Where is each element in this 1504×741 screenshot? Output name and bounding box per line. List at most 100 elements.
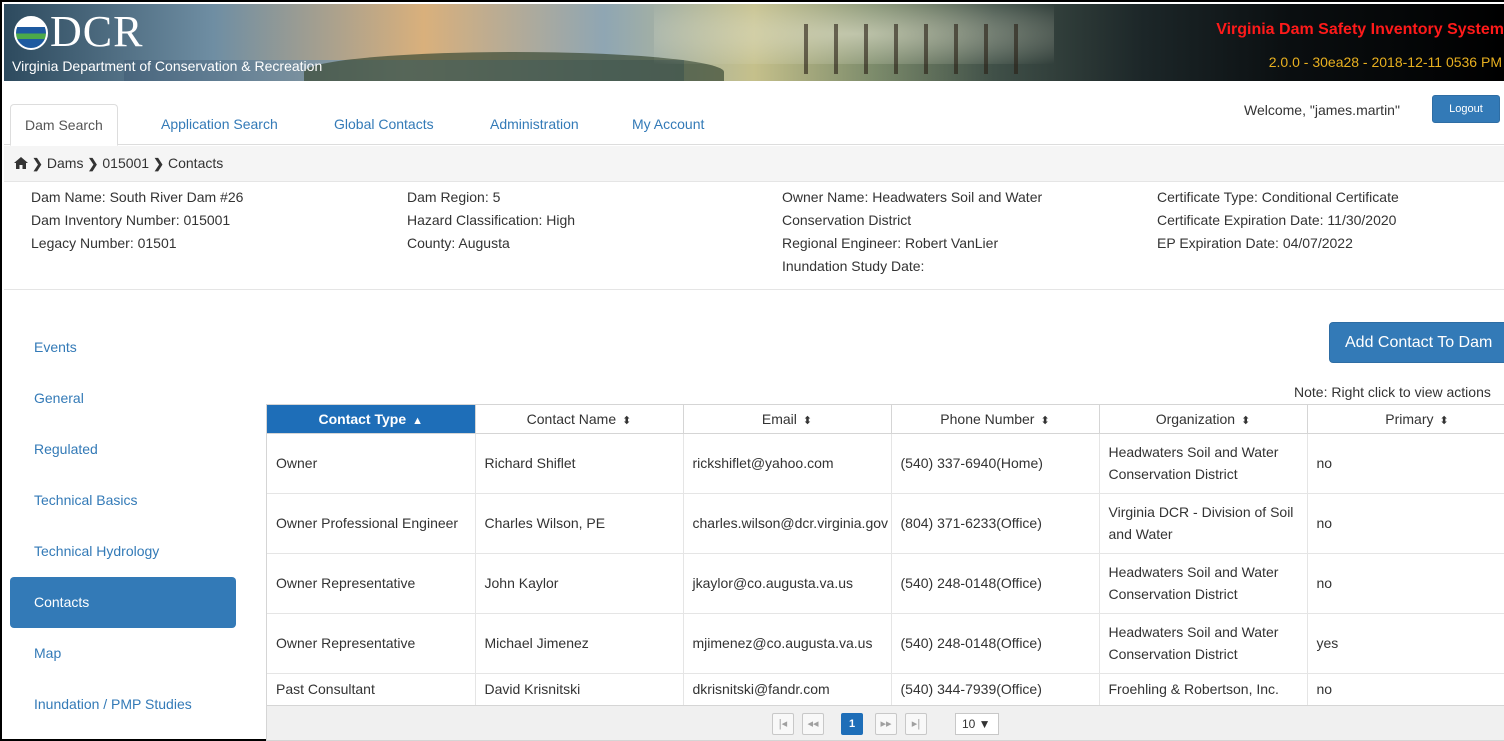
- certificate-expiration-line: Certificate Expiration Date: 11/30/2020: [1157, 212, 1397, 228]
- previous-page-icon[interactable]: ◂◂: [802, 713, 824, 735]
- cell-organization: Froehling & Robertson, Inc.: [1099, 673, 1308, 706]
- cell-organization: Headwaters Soil and Water Conservation D…: [1099, 613, 1308, 674]
- cell-phone: (540) 344-7939(Office): [891, 673, 1100, 706]
- dam-name-value: South River Dam #26: [109, 189, 244, 205]
- certificate-type-line: Certificate Type: Conditional Certificat…: [1157, 189, 1399, 205]
- main-nav: Dam Search Application Search Global Con…: [4, 92, 1504, 146]
- sidebar-item-general[interactable]: General: [4, 373, 236, 424]
- column-header-contact-name[interactable]: Contact Name ⬍: [475, 405, 684, 434]
- cell-primary: no: [1307, 673, 1504, 706]
- certificate-type-value: Conditional Certificate: [1261, 189, 1399, 205]
- cell-contact-name: Richard Shiflet: [475, 433, 684, 494]
- column-header-phone-number[interactable]: Phone Number ⬍: [891, 405, 1100, 434]
- info-column-4: Certificate Type: Conditional Certificat…: [1157, 186, 1399, 255]
- last-page-icon[interactable]: ▸|: [905, 713, 927, 735]
- cell-primary: no: [1307, 493, 1504, 554]
- ep-expiration-line: EP Expiration Date: 04/07/2022: [1157, 235, 1353, 251]
- tab-application-search[interactable]: Application Search: [147, 104, 292, 145]
- cell-organization: Virginia DCR - Division of Soil and Wate…: [1099, 493, 1308, 554]
- inundation-study-date-line: Inundation Study Date:: [782, 258, 925, 274]
- hazard-classification-line: Hazard Classification: High: [407, 212, 576, 228]
- page-size-select[interactable]: 10 ▼: [955, 713, 999, 735]
- logout-button[interactable]: Logout: [1432, 95, 1500, 123]
- add-contact-button[interactable]: Add Contact To Dam: [1329, 322, 1504, 363]
- logo-subtitle: Virginia Department of Conservation & Re…: [12, 58, 323, 74]
- table-row[interactable]: Owner Representative Michael Jimenez mji…: [267, 613, 1504, 674]
- cell-contact-type: Owner Professional Engineer: [267, 493, 476, 554]
- column-header-primary[interactable]: Primary ⬍: [1307, 405, 1504, 434]
- cell-phone: (540) 248-0148(Office): [891, 613, 1100, 674]
- sort-icon: ⬍: [1439, 414, 1449, 427]
- tab-dam-search[interactable]: Dam Search: [10, 104, 118, 146]
- page-number-current[interactable]: 1: [841, 713, 863, 735]
- cell-contact-name: Charles Wilson, PE: [475, 493, 684, 554]
- system-title: Virginia Dam Safety Inventory System: [1216, 21, 1504, 38]
- column-header-email[interactable]: Email ⬍: [683, 405, 892, 434]
- tab-administration[interactable]: Administration: [476, 104, 593, 145]
- legacy-number-line: Legacy Number: 01501: [31, 235, 177, 251]
- contacts-table: Contact Type ▲ Contact Name ⬍ Email ⬍ Phone…: [267, 405, 1504, 706]
- cell-email: mjimenez@co.augusta.va.us: [683, 613, 892, 674]
- sidebar-item-technical-basics[interactable]: Technical Basics: [4, 475, 236, 526]
- dcr-logo: DCR Virginia Department of Conservation …: [8, 8, 326, 78]
- cell-contact-type: Owner: [267, 433, 476, 494]
- sort-icon: ⬍: [1241, 414, 1251, 427]
- county-line: County: Augusta: [407, 235, 510, 251]
- dam-name-line: Dam Name: South River Dam #26: [31, 189, 244, 205]
- dam-region-value: 5: [492, 189, 501, 205]
- info-column-1: Dam Name: South River Dam #26 Dam Invent…: [31, 186, 243, 255]
- breadcrumb-dams[interactable]: Dams: [47, 155, 84, 171]
- breadcrumb-dam-number[interactable]: 015001: [102, 155, 149, 171]
- first-page-icon[interactable]: |◂: [772, 713, 794, 735]
- cell-organization: Headwaters Soil and Water Conservation D…: [1099, 433, 1308, 494]
- table-row[interactable]: Owner Representative John Kaylor jkaylor…: [267, 553, 1504, 614]
- sidebar-item-contacts[interactable]: Contacts: [10, 577, 236, 628]
- info-column-2: Dam Region: 5 Hazard Classification: Hig…: [407, 186, 575, 255]
- table-header-row: Contact Type ▲ Contact Name ⬍ Email ⬍ Phone…: [267, 405, 1504, 434]
- breadcrumb-contacts: Contacts: [168, 155, 224, 171]
- tab-global-contacts[interactable]: Global Contacts: [320, 104, 448, 145]
- logo-text: DCR: [50, 7, 144, 56]
- owner-name-value: Headwaters Soil and Water: [872, 189, 1043, 205]
- dcr-emblem-icon: [14, 16, 48, 50]
- regional-engineer-value: Robert VanLier: [904, 235, 999, 251]
- home-icon[interactable]: [14, 157, 28, 169]
- contacts-grid: Contact Type ▲ Contact Name ⬍ Email ⬍ Phone…: [266, 404, 1504, 741]
- regional-engineer-line: Regional Engineer: Robert VanLier: [782, 235, 999, 251]
- table-row[interactable]: Past Consultant David Krisnitski dkrisni…: [267, 673, 1504, 706]
- sort-icon: ⬍: [622, 414, 632, 427]
- sidebar-item-technical-hydrology[interactable]: Technical Hydrology: [4, 526, 236, 577]
- right-click-note: Note: Right click to view actions: [1294, 384, 1491, 400]
- sidebar-item-map[interactable]: Map: [4, 628, 236, 679]
- tab-my-account[interactable]: My Account: [618, 104, 718, 145]
- info-column-3: Owner Name: Headwaters Soil and Water Co…: [782, 186, 1042, 278]
- sidebar-item-inundation-pmp-studies[interactable]: Inundation / PMP Studies: [4, 679, 236, 730]
- cell-phone: (804) 371-6233(Office): [891, 493, 1100, 554]
- cell-primary: no: [1307, 553, 1504, 614]
- dam-region-line: Dam Region: 5: [407, 189, 501, 205]
- table-row[interactable]: Owner Richard Shiflet rickshiflet@yahoo.…: [267, 433, 1504, 494]
- column-header-contact-type[interactable]: Contact Type ▲: [267, 405, 476, 434]
- dam-info-panel: Dam Name: South River Dam #26 Dam Invent…: [4, 182, 1504, 290]
- cell-contact-name: Michael Jimenez: [475, 613, 684, 674]
- cell-phone: (540) 248-0148(Office): [891, 553, 1100, 614]
- header-banner: DCR Virginia Department of Conservation …: [4, 4, 1504, 81]
- chevron-right-icon: ❯: [32, 156, 43, 171]
- legacy-number-value: 01501: [137, 235, 177, 251]
- cell-email: jkaylor@co.augusta.va.us: [683, 553, 892, 614]
- cell-email: dkrisnitski@fandr.com: [683, 673, 892, 706]
- sidebar-item-regulated[interactable]: Regulated: [4, 424, 236, 475]
- cell-contact-type: Owner Representative: [267, 553, 476, 614]
- chevron-right-icon: ❯: [87, 156, 99, 171]
- owner-name-line: Owner Name: Headwaters Soil and Water: [782, 189, 1043, 205]
- next-page-icon[interactable]: ▸▸: [875, 713, 897, 735]
- welcome-text: Welcome, "james.martin": [1244, 102, 1400, 118]
- dam-inventory-number-line: Dam Inventory Number: 015001: [31, 212, 231, 228]
- dam-section-sidebar: Events General Regulated Technical Basic…: [4, 322, 236, 730]
- column-header-organization[interactable]: Organization ⬍: [1099, 405, 1308, 434]
- sidebar-item-events[interactable]: Events: [4, 322, 236, 373]
- cell-organization: Headwaters Soil and Water Conservation D…: [1099, 553, 1308, 614]
- table-row[interactable]: Owner Professional Engineer Charles Wils…: [267, 493, 1504, 554]
- cell-contact-name: John Kaylor: [475, 553, 684, 614]
- grid-pager: |◂ ◂◂ 1 ▸▸ ▸| 10 ▼: [267, 705, 1504, 740]
